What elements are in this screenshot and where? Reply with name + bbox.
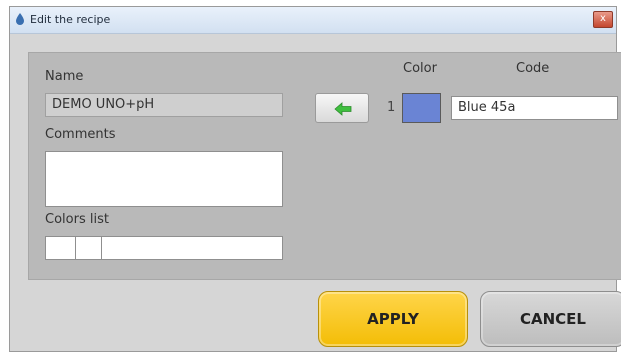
water-drop-icon — [16, 13, 24, 25]
apply-button[interactable]: APPLY — [318, 291, 468, 347]
color-row-index: 1 — [387, 100, 396, 115]
color-code-field[interactable]: Blue 45a — [451, 96, 618, 120]
cancel-button[interactable]: CANCEL — [480, 291, 621, 347]
title-bar: Edit the recipe x — [10, 7, 616, 34]
code-column-header: Code — [516, 61, 550, 76]
comments-label: Comments — [45, 127, 116, 142]
window-title: Edit the recipe — [30, 13, 111, 26]
close-icon: x — [600, 13, 606, 24]
green-left-arrow-icon — [334, 102, 352, 116]
colors-list-cell[interactable] — [46, 237, 76, 259]
edit-recipe-dialog: Edit the recipe x Name DEMO UNO+pH Comme… — [9, 6, 621, 352]
name-label: Name — [45, 69, 84, 84]
colors-list-cell[interactable] — [76, 237, 102, 259]
transfer-color-button[interactable] — [315, 93, 369, 123]
comments-field[interactable] — [45, 151, 283, 207]
color-column-header: Color — [403, 61, 437, 76]
close-button[interactable]: x — [593, 11, 613, 28]
recipe-panel: Name DEMO UNO+pH Comments Colors list Co… — [28, 52, 621, 280]
name-field[interactable]: DEMO UNO+pH — [45, 93, 283, 117]
colors-list[interactable] — [45, 236, 283, 260]
colors-list-label: Colors list — [45, 212, 109, 227]
color-swatch[interactable] — [402, 93, 441, 123]
